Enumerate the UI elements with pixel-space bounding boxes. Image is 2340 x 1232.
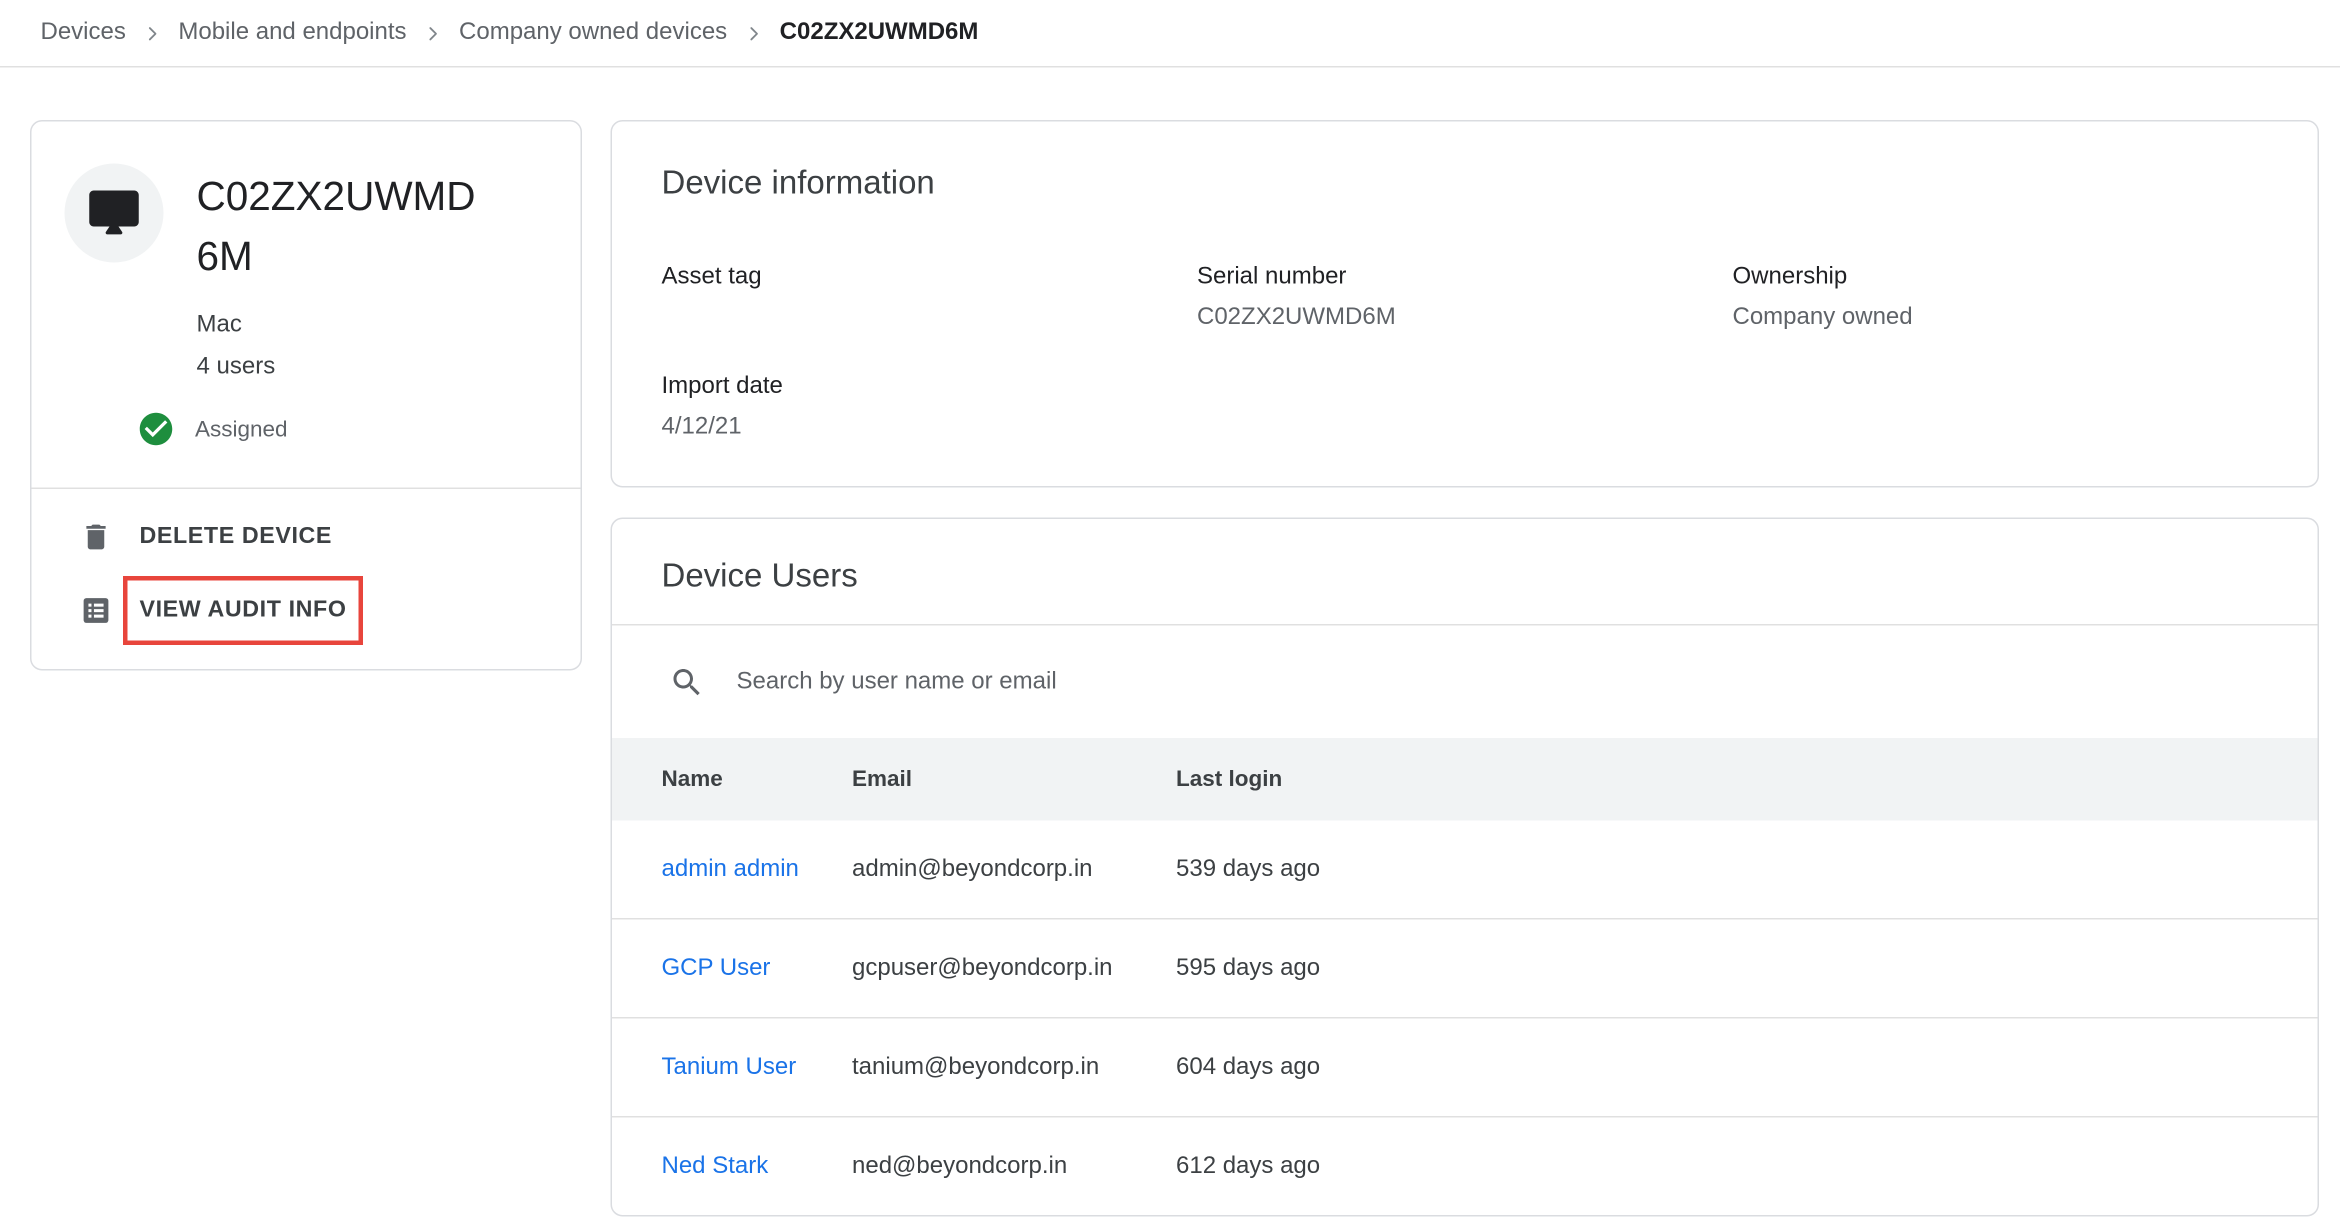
users-table-body: admin admin admin@beyondcorp.in 539 days… (612, 821, 2318, 1216)
breadcrumb-item[interactable]: Mobile and endpoints (178, 20, 406, 47)
admin-console-page: Devices Mobile and endpoints Company owned… (0, 0, 2340, 1232)
info-field-label: Ownership (1733, 263, 2269, 292)
device-info-grid: Asset tag Serial number C02ZX2UWMD6M Own… (662, 263, 2269, 442)
breadcrumb: Devices Mobile and endpoints Company owned… (0, 0, 2340, 68)
info-field-value: C02ZX2UWMD6M (1197, 303, 1733, 332)
device-users-count: 4 users (197, 347, 581, 389)
info-field-value: Company owned (1733, 303, 2269, 332)
user-name-link[interactable]: Tanium User (662, 1054, 853, 1081)
user-search-input[interactable] (734, 667, 2269, 697)
user-name-link[interactable]: admin admin (662, 856, 853, 883)
delete-device-button[interactable]: DELETE DEVICE (32, 501, 581, 573)
breadcrumb-item[interactable]: Devices (41, 20, 126, 47)
desktop-icon (87, 186, 141, 240)
main-content: C02ZX2UWMD6M Mac 4 users Assigned DELETE… (0, 68, 2340, 1217)
info-field-label: Serial number (1197, 263, 1733, 292)
info-field: Import date 4/12/21 (662, 372, 1198, 441)
users-table-header: Name Email Last login (612, 738, 2318, 821)
user-last-login: 612 days ago (1176, 1153, 2268, 1180)
view-audit-info-label: VIEW AUDIT INFO (140, 597, 347, 624)
breadcrumb-item[interactable]: Company owned devices (459, 20, 727, 47)
info-field: Ownership Company owned (1733, 263, 2269, 332)
chevron-right-icon (423, 23, 443, 43)
device-name: C02ZX2UWMD6M (197, 167, 497, 287)
device-avatar (65, 164, 164, 263)
device-card-header: C02ZX2UWMD6M (32, 122, 581, 287)
device-actions: DELETE DEVICE VIEW AUDIT INFO (32, 489, 581, 669)
user-email: admin@beyondcorp.in (852, 856, 1176, 883)
info-field-value: 4/12/21 (662, 413, 1198, 442)
user-name-link[interactable]: GCP User (662, 955, 853, 982)
info-field: Asset tag (662, 263, 1198, 332)
column-header-name: Name (662, 767, 853, 793)
table-row[interactable]: Ned Stark ned@beyondcorp.in 612 days ago (612, 1118, 2318, 1216)
device-status: Assigned (137, 410, 581, 449)
device-users-card: Device Users Name Email Last login admin… (611, 518, 2320, 1217)
list-icon (80, 594, 113, 627)
user-search-bar (612, 626, 2318, 739)
info-field-value (662, 303, 1198, 332)
table-row[interactable]: admin admin admin@beyondcorp.in 539 days… (612, 821, 2318, 920)
device-users-title: Device Users (662, 554, 2269, 599)
chevron-right-icon (142, 23, 162, 43)
search-icon (669, 664, 705, 700)
right-column: Device information Asset tag Serial numb… (611, 120, 2320, 1217)
table-row[interactable]: Tanium User tanium@beyondcorp.in 604 day… (612, 1019, 2318, 1118)
chevron-right-icon (744, 23, 764, 43)
device-type: Mac (197, 305, 581, 347)
user-email: gcpuser@beyondcorp.in (852, 955, 1176, 982)
annotation-highlight-box: VIEW AUDIT INFO (123, 576, 363, 645)
breadcrumb-item: C02ZX2UWMD6M (780, 20, 979, 47)
trash-icon (80, 521, 113, 554)
device-summary-card: C02ZX2UWMD6M Mac 4 users Assigned DELETE… (30, 120, 582, 671)
column-header-last-login: Last login (1176, 767, 2268, 793)
table-row[interactable]: GCP User gcpuser@beyondcorp.in 595 days … (612, 920, 2318, 1019)
device-meta: Mac 4 users (197, 305, 581, 389)
user-name-link[interactable]: Ned Stark (662, 1153, 853, 1180)
user-last-login: 539 days ago (1176, 856, 2268, 883)
user-last-login: 604 days ago (1176, 1054, 2268, 1081)
user-last-login: 595 days ago (1176, 955, 2268, 982)
user-email: tanium@beyondcorp.in (852, 1054, 1176, 1081)
viewport: Devices Mobile and endpoints Company owned… (0, 0, 2340, 1232)
column-header-email: Email (852, 767, 1176, 793)
device-information-title: Device information (662, 161, 2269, 206)
info-field-label: Import date (662, 372, 1198, 401)
info-field-label: Asset tag (662, 263, 1198, 292)
user-email: ned@beyondcorp.in (852, 1153, 1176, 1180)
view-audit-info-button[interactable]: VIEW AUDIT INFO (32, 573, 581, 648)
check-circle-icon (137, 410, 176, 449)
status-badge: Assigned (195, 416, 288, 442)
delete-device-label: DELETE DEVICE (140, 524, 333, 551)
device-information-card: Device information Asset tag Serial numb… (611, 120, 2320, 488)
info-field: Serial number C02ZX2UWMD6M (1197, 263, 1733, 332)
device-users-header: Device Users (612, 519, 2318, 626)
